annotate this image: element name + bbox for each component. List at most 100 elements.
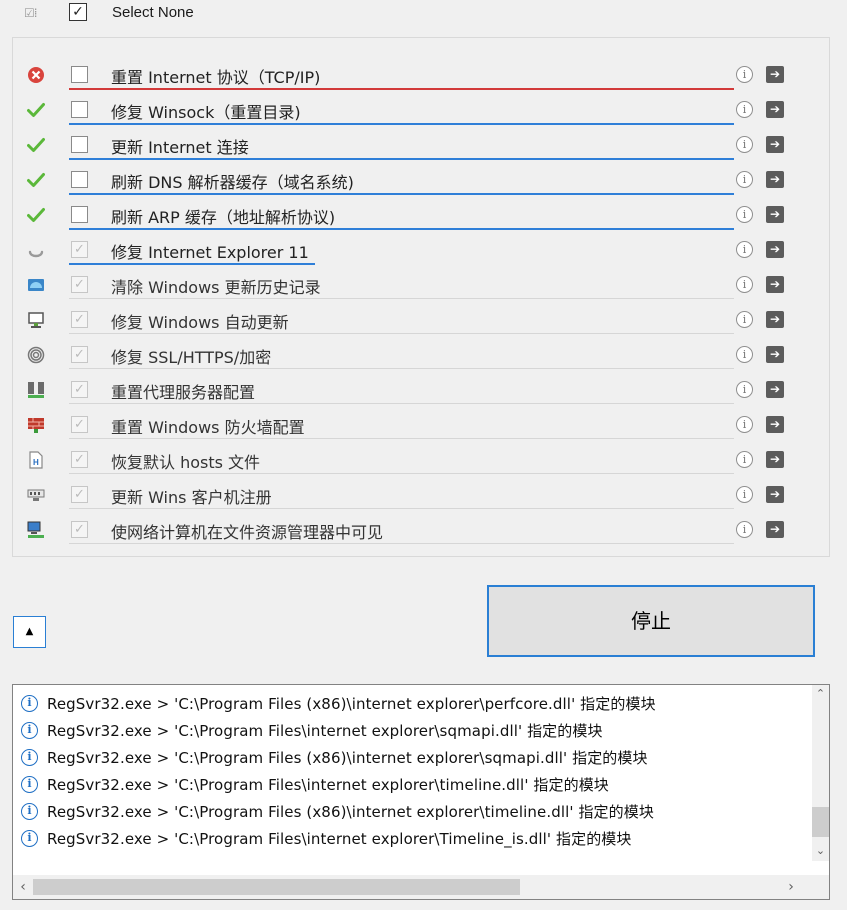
log-line[interactable]: i RegSvr32.exe > 'C:\Program Files (x86)\… (21, 799, 801, 827)
row-divider (69, 543, 734, 544)
task-checkbox[interactable]: ✓ (71, 241, 88, 258)
select-none-checkbox[interactable]: ✓ (69, 3, 87, 21)
task-checkbox[interactable]: ✓ (71, 381, 88, 398)
task-row[interactable]: 刷新 ARP 缓存（地址解析协议) i ➔ (13, 198, 829, 233)
task-checkbox[interactable]: ✓ (71, 521, 88, 538)
arrow-right-icon[interactable]: ➔ (766, 416, 784, 433)
task-label: 修复 SSL/HTTPS/加密 (111, 348, 272, 367)
arrow-right-icon[interactable]: ➔ (766, 241, 784, 258)
scroll-left-icon[interactable]: ‹ (13, 875, 33, 899)
task-label: 重置代理服务器配置 (111, 383, 256, 402)
info-icon[interactable]: i (736, 101, 753, 118)
log-line[interactable]: i RegSvr32.exe > 'C:\Program Files\intern… (21, 718, 801, 746)
task-progress-bar (69, 123, 734, 125)
row-divider (69, 473, 734, 474)
info-icon[interactable]: i (736, 311, 753, 328)
task-row[interactable]: 修复 Winsock（重置目录) i ➔ (13, 93, 829, 128)
scroll-right-icon[interactable]: › (781, 875, 801, 899)
scroll-up-icon[interactable]: ⌃ (812, 685, 829, 702)
hosts-file-icon: H (27, 451, 45, 469)
horizontal-scroll-thumb[interactable] (33, 879, 520, 895)
task-row[interactable]: ✓ 修复 Internet Explorer 11 i ➔ (13, 233, 829, 268)
task-label: 重置 Windows 防火墙配置 (111, 418, 305, 437)
log-line[interactable]: i RegSvr32.exe > 'C:\Program Files\intern… (21, 826, 801, 854)
horizontal-scrollbar[interactable]: ‹ › (13, 875, 813, 899)
log-line[interactable]: i RegSvr32.exe > 'C:\Program Files (x86)\… (21, 745, 801, 773)
row-divider (69, 333, 734, 334)
info-icon[interactable]: i (736, 346, 753, 363)
arrow-right-icon[interactable]: ➔ (766, 101, 784, 118)
scroll-down-icon[interactable]: ⌄ (812, 842, 829, 859)
info-icon[interactable]: i (736, 276, 753, 293)
monitor-icon (27, 311, 45, 329)
info-icon[interactable]: i (736, 66, 753, 83)
task-row[interactable]: 刷新 DNS 解析器缓存（域名系统) i ➔ (13, 163, 829, 198)
select-none-label[interactable]: Select None (112, 4, 194, 21)
task-row[interactable]: 更新 Internet 连接 i ➔ (13, 128, 829, 163)
row-divider (69, 438, 734, 439)
checkmark-icon (27, 206, 45, 224)
task-row[interactable]: ✓ 修复 SSL/HTTPS/加密 i ➔ (13, 338, 829, 373)
info-icon[interactable]: i (736, 381, 753, 398)
task-row[interactable]: ✓ 修复 Windows 自动更新 i ➔ (13, 303, 829, 338)
stop-button[interactable]: 停止 (487, 585, 815, 657)
task-checkbox[interactable]: ✓ (71, 346, 88, 363)
arrow-right-icon[interactable]: ➔ (766, 451, 784, 468)
log-text: RegSvr32.exe > 'C:\Program Files\interne… (47, 776, 609, 794)
row-divider (69, 368, 734, 369)
info-icon[interactable]: i (736, 521, 753, 538)
info-icon[interactable]: i (736, 136, 753, 153)
task-row[interactable]: H ✓ 恢复默认 hosts 文件 i ➔ (13, 443, 829, 478)
task-row[interactable]: 重置 Internet 协议（TCP/IP) i ➔ (13, 58, 829, 93)
arrow-right-icon[interactable]: ➔ (766, 276, 784, 293)
arrow-right-icon[interactable]: ➔ (766, 521, 784, 538)
task-row[interactable]: ✓ 重置代理服务器配置 i ➔ (13, 373, 829, 408)
arrow-right-icon[interactable]: ➔ (766, 66, 784, 83)
info-icon[interactable]: i (736, 451, 753, 468)
log-text: RegSvr32.exe > 'C:\Program Files (x86)\i… (47, 749, 648, 767)
task-checkbox[interactable] (71, 171, 88, 188)
collapse-button[interactable]: ▲ (13, 616, 46, 648)
arrow-right-icon[interactable]: ➔ (766, 486, 784, 503)
select-toggle-icon[interactable]: ☑⁞ (24, 6, 38, 20)
task-checkbox[interactable] (71, 136, 88, 153)
task-row[interactable]: ✓ 清除 Windows 更新历史记录 i ➔ (13, 268, 829, 303)
task-row[interactable]: ✓ 重置 Windows 防火墙配置 i ➔ (13, 408, 829, 443)
log-line[interactable]: i RegSvr32.exe > 'C:\Program Files (x86)\… (21, 691, 801, 719)
task-label: 修复 Winsock（重置目录) (111, 103, 301, 122)
task-checkbox[interactable] (71, 66, 88, 83)
info-icon[interactable]: i (736, 241, 753, 258)
task-list: 重置 Internet 协议（TCP/IP) i ➔ 修复 Winsock（重置目录)… (12, 37, 830, 557)
task-checkbox[interactable]: ✓ (71, 311, 88, 328)
task-label: 刷新 DNS 解析器缓存（域名系统) (111, 173, 354, 192)
vertical-scroll-thumb[interactable] (812, 807, 829, 837)
task-checkbox[interactable]: ✓ (71, 416, 88, 433)
info-icon[interactable]: i (736, 486, 753, 503)
info-icon: i (21, 722, 38, 739)
checkmark-icon (27, 101, 45, 119)
info-icon[interactable]: i (736, 206, 753, 223)
arrow-right-icon[interactable]: ➔ (766, 381, 784, 398)
windows-update-icon (27, 276, 45, 294)
task-checkbox[interactable] (71, 101, 88, 118)
log-list[interactable]: i RegSvr32.exe > 'C:\Program Files (x86)\… (12, 684, 830, 900)
arrow-right-icon[interactable]: ➔ (766, 346, 784, 363)
arrow-right-icon[interactable]: ➔ (766, 206, 784, 223)
task-checkbox[interactable]: ✓ (71, 276, 88, 293)
info-icon: i (21, 803, 38, 820)
arrow-right-icon[interactable]: ➔ (766, 171, 784, 188)
task-checkbox[interactable]: ✓ (71, 486, 88, 503)
task-row[interactable]: ✓ 使网络计算机在文件资源管理器中可见 i ➔ (13, 513, 829, 548)
task-label: 修复 Internet Explorer 11 (111, 243, 309, 262)
caret-up-icon: ▲ (25, 626, 34, 637)
info-icon[interactable]: i (736, 171, 753, 188)
vertical-scrollbar[interactable]: ⌃ ⌄ (812, 685, 829, 861)
arrow-right-icon[interactable]: ➔ (766, 311, 784, 328)
task-checkbox[interactable]: ✓ (71, 451, 88, 468)
task-checkbox[interactable] (71, 206, 88, 223)
arrow-right-icon[interactable]: ➔ (766, 136, 784, 153)
row-divider (69, 403, 734, 404)
log-line[interactable]: i RegSvr32.exe > 'C:\Program Files\intern… (21, 772, 801, 800)
task-row[interactable]: ✓ 更新 Wins 客户机注册 i ➔ (13, 478, 829, 513)
info-icon[interactable]: i (736, 416, 753, 433)
